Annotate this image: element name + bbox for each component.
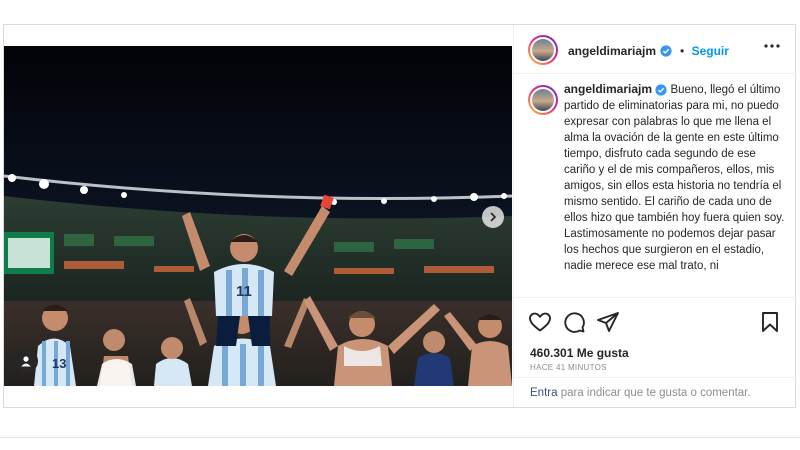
header-author-line: angeldimariajm • Seguir xyxy=(568,42,729,60)
comment-prompt: Entra para indicar que te gusta o coment… xyxy=(514,377,796,408)
post-actions xyxy=(514,297,796,348)
caption-author-username[interactable]: angeldimariajm xyxy=(564,82,652,96)
caption-author-avatar[interactable] xyxy=(528,85,558,115)
post-header: angeldimariajm • Seguir xyxy=(514,25,796,74)
follow-button[interactable]: Seguir xyxy=(692,44,729,58)
comment-icon[interactable] xyxy=(562,310,586,334)
post-caption: angeldimariajm Bueno, llegó el último pa… xyxy=(514,81,796,286)
share-icon[interactable] xyxy=(596,310,620,334)
verified-badge-icon xyxy=(655,84,667,96)
author-avatar[interactable] xyxy=(528,35,558,65)
verified-badge-icon xyxy=(660,45,673,57)
next-image-button[interactable] xyxy=(482,206,504,228)
heart-icon[interactable] xyxy=(528,310,552,334)
jersey-number: 11 xyxy=(236,283,252,300)
post-photo[interactable]: 13 11 xyxy=(4,46,512,386)
comment-prompt-text: para indicar que te gusta o comentar. xyxy=(560,387,751,399)
more-options-icon[interactable] xyxy=(762,39,782,53)
caption-text: angeldimariajm Bueno, llegó el último pa… xyxy=(564,81,786,274)
user-icon xyxy=(21,356,31,367)
bookmark-icon[interactable] xyxy=(758,310,782,334)
login-link[interactable]: Entra xyxy=(530,387,558,399)
chevron-right-icon xyxy=(490,212,497,222)
instagram-post-embed: 13 11 angeldimariajm • Seguir angeldimar… xyxy=(3,24,796,408)
author-username[interactable]: angeldimariajm xyxy=(568,44,656,58)
likes-count[interactable]: 460.301 Me gusta xyxy=(530,346,629,360)
post-timestamp[interactable]: HACE 41 MINUTOS xyxy=(530,363,607,372)
jersey-number: 13 xyxy=(52,356,66,371)
caption-body: Bueno, llegó el último partido de elimin… xyxy=(564,84,785,272)
stadium-celebration-image: 13 11 xyxy=(4,46,512,386)
post-side-panel: angeldimariajm • Seguir angeldimariajm B… xyxy=(513,25,796,407)
page-divider xyxy=(0,437,800,438)
separator-dot: • xyxy=(679,44,685,58)
tagged-users-button[interactable] xyxy=(14,349,38,373)
